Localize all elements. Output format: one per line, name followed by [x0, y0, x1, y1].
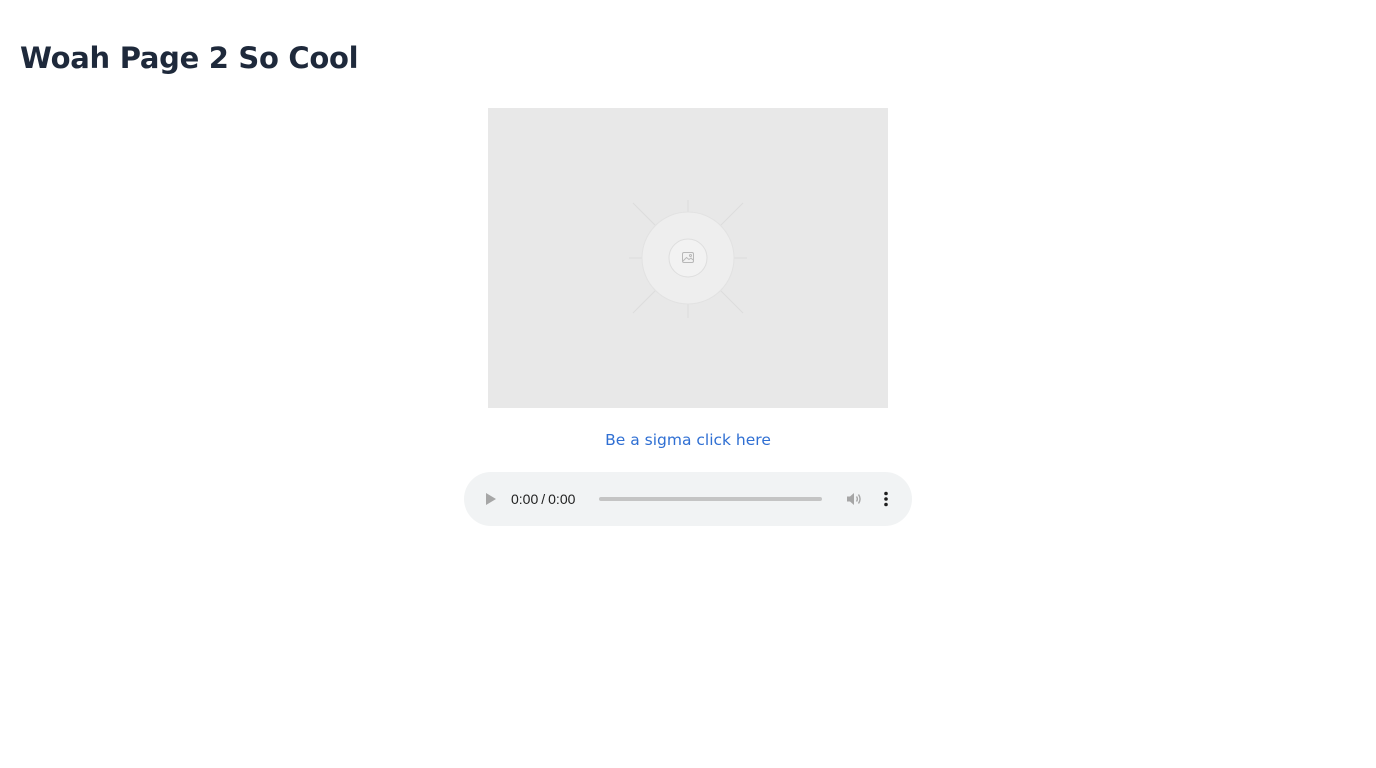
duration: 0:00: [548, 491, 576, 507]
play-icon: [486, 493, 496, 505]
more-vertical-icon: [884, 491, 888, 507]
sigma-link[interactable]: Be a sigma click here: [488, 429, 888, 451]
time-separator: /: [541, 491, 546, 507]
current-time: 0:00: [511, 491, 539, 507]
image-placeholder: [488, 108, 888, 408]
volume-button[interactable]: [842, 472, 866, 526]
seek-bar[interactable]: [599, 497, 822, 501]
image-placeholder-icon: [629, 200, 747, 318]
audio-player[interactable]: 0:00/0:00: [464, 472, 912, 526]
play-button[interactable]: [480, 472, 502, 526]
time-display: 0:00/0:00: [511, 472, 575, 526]
more-options-button[interactable]: [874, 472, 898, 526]
volume-icon: [846, 493, 861, 505]
page-title: Woah Page 2 So Cool: [20, 41, 359, 75]
